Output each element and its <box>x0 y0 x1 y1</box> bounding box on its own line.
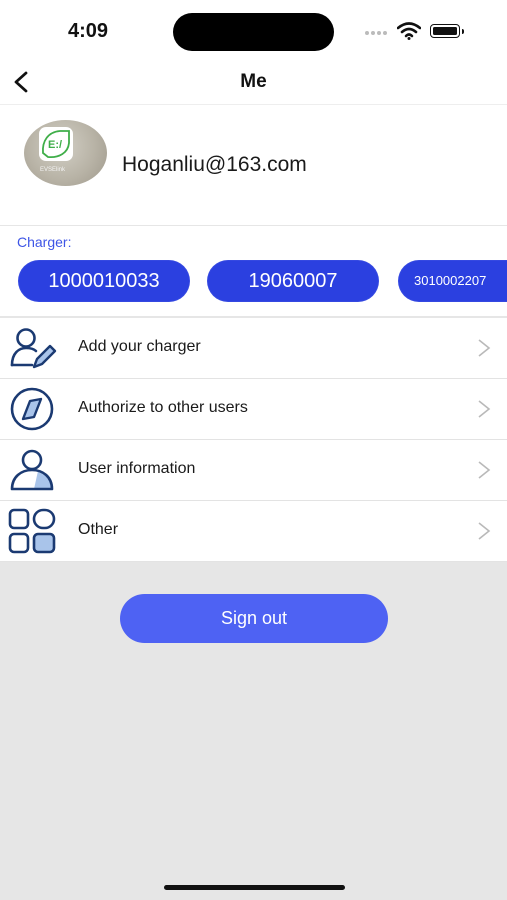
profile-header: E:/ EVSElink Hoganliu@163.com <box>0 105 507 225</box>
user-email: Hoganliu@163.com <box>122 153 307 176</box>
svg-text:E:/: E:/ <box>48 139 62 151</box>
settings-menu: Add your charger Authorize to other user… <box>0 318 507 562</box>
charger-label: Charger: <box>17 234 72 250</box>
evse-logo-icon: E:/ <box>42 130 70 158</box>
menu-item-label: Add your charger <box>78 338 201 355</box>
menu-item-add-charger[interactable]: Add your charger <box>0 318 507 379</box>
charger-chip[interactable]: 1000010033 <box>18 260 190 302</box>
authorize-icon <box>10 387 54 431</box>
navigation-bar: Me <box>0 60 507 105</box>
user-icon <box>10 449 54 491</box>
status-time: 4:09 <box>68 20 109 42</box>
add-charger-icon <box>10 328 57 369</box>
menu-item-authorize[interactable]: Authorize to other users <box>0 379 507 440</box>
signal-icon <box>365 31 387 35</box>
chevron-right-icon <box>478 522 491 540</box>
menu-item-user-information[interactable]: User information <box>0 440 507 501</box>
avatar[interactable]: E:/ EVSElink <box>24 120 107 186</box>
grid-icon <box>8 508 56 554</box>
menu-item-other[interactable]: Other <box>0 501 507 562</box>
charger-chip[interactable]: 19060007 <box>207 260 379 302</box>
wifi-icon <box>397 22 421 40</box>
menu-item-label: User information <box>78 460 196 477</box>
home-indicator[interactable] <box>164 885 345 890</box>
menu-item-label: Other <box>78 521 119 538</box>
chevron-right-icon <box>478 400 491 418</box>
evse-logo: E:/ <box>39 127 73 161</box>
logo-caption: EVSElink <box>40 167 66 173</box>
sign-out-button[interactable]: Sign out <box>120 594 388 643</box>
menu-item-label: Authorize to other users <box>78 399 248 416</box>
battery-icon <box>430 24 464 38</box>
charger-chip[interactable]: 3010002207 <box>398 260 507 302</box>
dynamic-island <box>173 13 334 51</box>
chevron-right-icon <box>478 339 491 357</box>
page-title: Me <box>240 71 267 92</box>
chevron-right-icon <box>478 461 491 479</box>
charger-list: Charger: 1000010033 19060007 3010002207 <box>0 226 507 316</box>
status-bar: 4:09 <box>0 0 507 60</box>
